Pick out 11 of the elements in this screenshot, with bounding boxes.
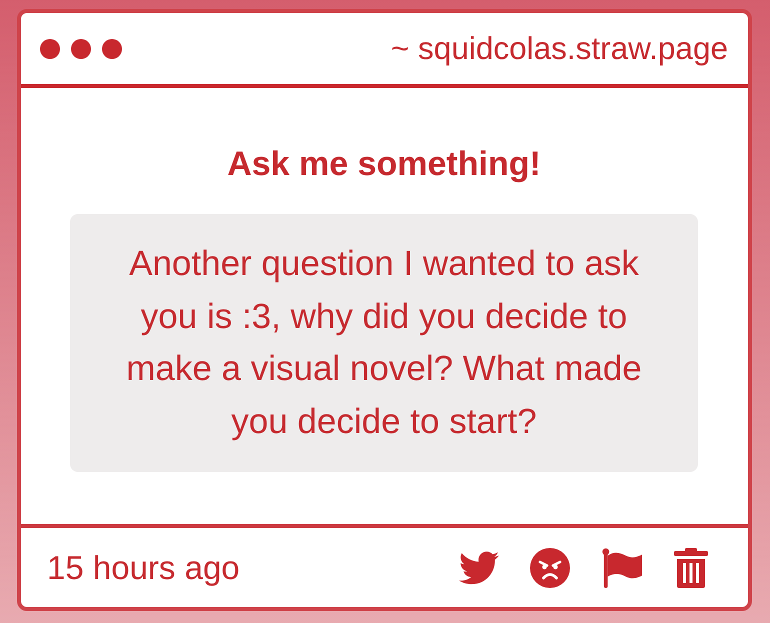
angry-face-icon[interactable] bbox=[530, 548, 570, 588]
window-dot-icon bbox=[102, 38, 122, 58]
prompt-title: Ask me something! bbox=[227, 145, 541, 183]
window-dot-icon bbox=[40, 38, 60, 58]
question-text: Another question I wanted to ask you is :3, why did you decide to make a visual novel? What made you decide to start? bbox=[125, 243, 643, 442]
site-url: ~ squidcolas.straw.page bbox=[390, 30, 728, 67]
trash-icon[interactable] bbox=[674, 548, 708, 588]
bird-icon[interactable] bbox=[459, 550, 499, 584]
flag-icon[interactable] bbox=[601, 548, 643, 588]
window-dot-icon bbox=[71, 38, 91, 58]
timestamp: 15 hours ago bbox=[47, 548, 240, 586]
